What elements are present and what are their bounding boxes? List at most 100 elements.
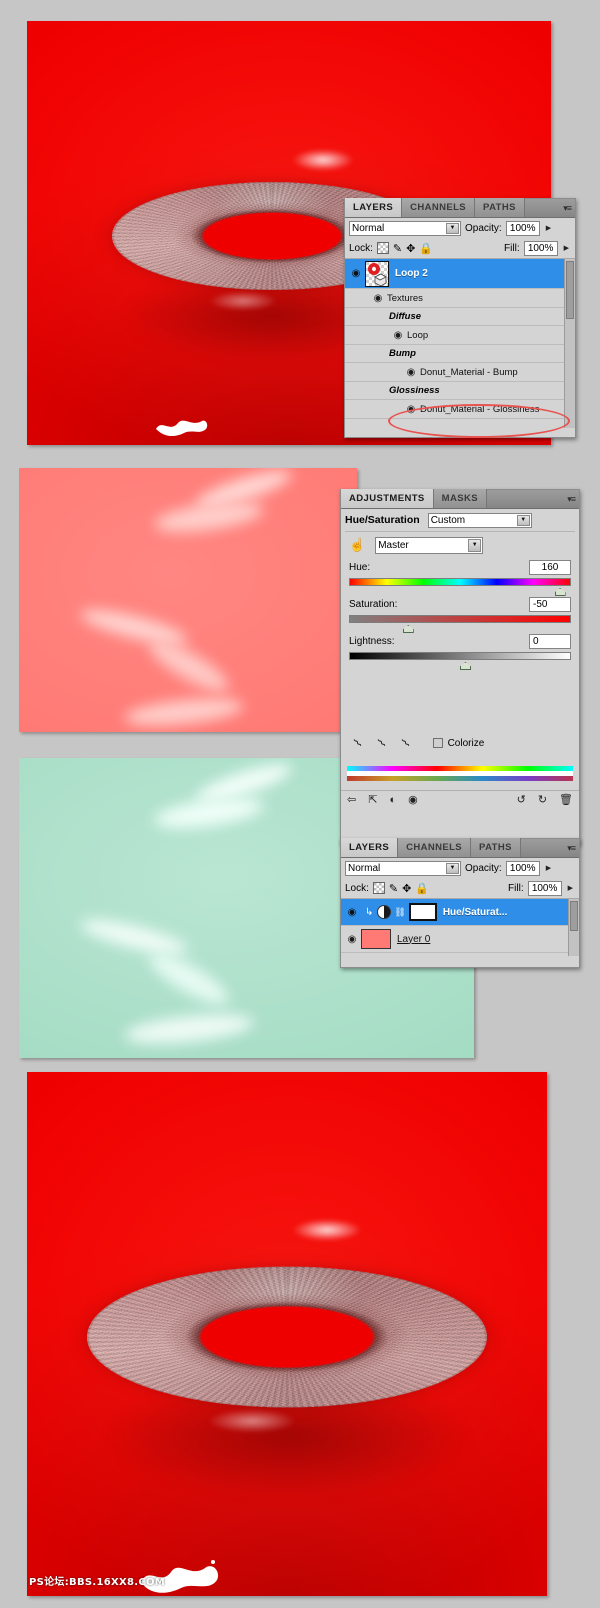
return-to-adjustment-list-icon[interactable]: ⇦ [347,793,356,806]
eye-visibility-icon[interactable]: ◉ [343,934,361,945]
eyedropper-icon[interactable]: ⌇ [351,736,365,750]
channel-select[interactable]: Master ▼ [375,536,484,554]
layer-thumbnail-3d[interactable] [365,260,389,287]
saturation-slider-knob[interactable] [402,625,414,633]
fill-value[interactable]: 100% [523,240,558,256]
lock-image-icon[interactable]: ✎ [393,242,402,255]
tab-channels[interactable]: CHANNELS [402,198,476,217]
chevron-down-icon[interactable]: ▼ [516,514,530,526]
layer-row-donut-material-bump[interactable]: ◉ Donut_Material - Bump [345,363,575,382]
layer-mask-thumbnail[interactable] [408,903,437,921]
layer-list-scrollbar-bottom[interactable] [568,899,579,956]
fill-stepper-icon[interactable]: ▶ [562,244,571,252]
opacity-value[interactable]: 100% [505,860,540,876]
eye-visibility-icon[interactable]: ◉ [402,404,420,415]
lightness-slider-knob[interactable] [460,662,471,670]
lock-position-icon[interactable]: ✥ [402,882,411,895]
saturation-value[interactable]: -50 [529,597,571,612]
targeted-adjustment-icon[interactable]: ☝ [349,537,365,553]
donut-highlight-upper [292,149,354,171]
scrollbar-thumb[interactable] [566,261,574,319]
opacity-value[interactable]: 100% [505,220,540,236]
scrollbar-thumb[interactable] [570,901,578,931]
preview-toggle-icon[interactable]: ◐ [389,794,396,806]
layer-name-bump: Donut_Material - Bump [420,366,518,378]
lightness-value[interactable]: 0 [529,634,571,649]
hue-slider-knob[interactable] [554,588,566,596]
clip-to-layer-icon[interactable]: ⇱ [368,793,377,806]
chevron-down-icon[interactable]: ▼ [446,862,459,874]
layer-row-loop[interactable]: ◉ Loop [345,326,575,345]
eye-visibility-icon[interactable]: ◉ [343,907,361,918]
blend-mode-select[interactable]: Normal ▼ [345,860,461,876]
lock-transparency-icon[interactable] [372,882,385,894]
lock-position-icon[interactable]: ✥ [406,242,415,255]
layer-row-textures[interactable]: ◉ Textures [345,289,575,308]
layers-panel-bottom: LAYERS CHANNELS PATHS ▾≡ Normal ▼ Opacit… [340,838,580,968]
lock-image-icon[interactable]: ✎ [389,882,398,895]
eye-visibility-icon[interactable]: ◉ [408,793,418,806]
opacity-stepper-icon[interactable]: ▶ [544,864,553,872]
tab-channels[interactable]: CHANNELS [398,838,472,857]
delete-icon[interactable]: 🗑 [559,793,573,806]
fill-stepper-icon[interactable]: ▶ [566,884,575,892]
tab-layers[interactable]: LAYERS [341,838,399,857]
donut-highlight-lower [208,291,278,311]
layer-row-hue-saturation[interactable]: ◉ ↳ ⛓ Hue/Saturat... [341,899,579,926]
chevron-down-icon[interactable]: ▼ [468,538,482,552]
layers-panel-top: LAYERS CHANNELS PATHS ▾≡ Normal ▼ Opacit… [344,198,576,438]
saturation-slider-group: Saturation: -50 [341,597,579,633]
layer-list-scrollbar[interactable] [564,259,575,428]
layer-thumbnail-pixel[interactable] [361,929,391,949]
opacity-stepper-icon[interactable]: ▶ [544,224,553,232]
hue-slider-group: Hue: 160 [341,560,579,596]
spectrum-preview [347,766,573,781]
lock-all-icon[interactable]: 🔒 [415,882,429,895]
layer-name-layer-0[interactable]: Layer 0 [397,934,430,945]
eye-visibility-icon[interactable]: ◉ [369,293,387,304]
reset-icon[interactable]: ↺ [517,793,526,806]
eye-visibility-icon[interactable]: ◉ [389,330,407,341]
panel-menu-icon[interactable]: ▾≡ [567,494,576,505]
layer-name-hue-saturation: Hue/Saturat... [442,906,508,918]
panel-menu-icon[interactable]: ▾≡ [567,843,576,854]
colorize-checkbox[interactable] [432,738,443,748]
fill-value[interactable]: 100% [527,880,562,896]
eyedropper-subtract-icon[interactable]: ⌇ [399,736,413,750]
adjustments-tabbar: ADJUSTMENTS MASKS ▾≡ [341,489,579,509]
lock-transparency-icon[interactable] [376,242,389,254]
texture-header-bump: Bump [345,345,575,363]
tab-layers[interactable]: LAYERS [345,198,403,217]
tab-adjustments[interactable]: ADJUSTMENTS [341,489,434,508]
texture-header-diffuse: Diffuse [345,308,575,326]
lock-all-icon[interactable]: 🔒 [419,242,433,255]
hue-value[interactable]: 160 [529,560,571,575]
bottom-render-canvas: PS论坛:BBS.16XX8.COM [27,1072,547,1596]
layer-row-loop-2[interactable]: ◉ Loop 2 [345,259,575,289]
chevron-down-icon[interactable]: ▼ [446,222,459,234]
link-mask-icon[interactable]: ⛓ [394,907,405,918]
layers-panel-bottom-tabbar: LAYERS CHANNELS PATHS ▾≡ [341,838,579,858]
layer-row-layer-0[interactable]: ◉ Layer 0 [341,926,579,953]
undo-icon[interactable]: ↻ [538,793,547,806]
tab-paths[interactable]: PATHS [475,198,525,217]
panel-menu-icon[interactable]: ▾≡ [563,203,572,214]
tab-paths[interactable]: PATHS [471,838,521,857]
lock-fill-row-bottom: Lock: ✎ ✥ 🔒 Fill: 100% ▶ [341,878,579,898]
blend-opacity-row: Normal ▼ Opacity: 100% ▶ [345,218,575,238]
layer-name-glossiness: Donut_Material - Glossiness [420,403,540,415]
lock-label: Lock: [349,242,373,254]
blend-mode-select[interactable]: Normal ▼ [349,220,461,236]
layer-row-donut-material-glossiness[interactable]: ◉ Donut_Material - Glossiness [345,400,575,419]
adjustment-layer-icon[interactable] [377,905,392,919]
preset-select[interactable]: Custom ▼ [427,512,532,528]
saturation-slider-track[interactable] [349,615,571,633]
tab-masks[interactable]: MASKS [433,489,487,508]
donut-highlight-upper-bottom [292,1219,362,1241]
hue-slider-track[interactable] [349,578,571,596]
eye-visibility-icon[interactable]: ◉ [347,268,365,279]
blend-mode-value: Normal [348,862,381,874]
eyedropper-add-icon[interactable]: ⌇ [375,736,389,750]
eye-visibility-icon[interactable]: ◉ [402,367,420,378]
lightness-slider-track[interactable] [349,652,571,670]
